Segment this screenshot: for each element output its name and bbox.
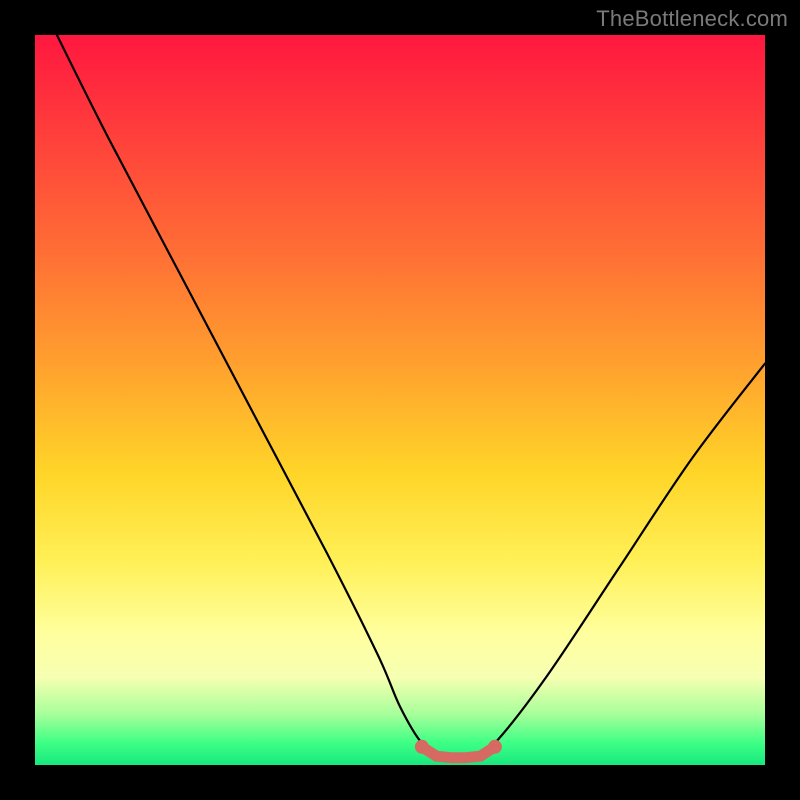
optimal-band-marker bbox=[415, 740, 502, 758]
chart-frame: TheBottleneck.com bbox=[0, 0, 800, 800]
optimal-band-start-dot bbox=[415, 740, 429, 754]
plot-area bbox=[35, 35, 765, 765]
curve-path bbox=[57, 35, 765, 760]
watermark-text: TheBottleneck.com bbox=[596, 6, 788, 32]
optimal-band-end-dot bbox=[488, 740, 502, 754]
optimal-band-stroke bbox=[422, 747, 495, 758]
bottleneck-curve bbox=[35, 35, 765, 765]
